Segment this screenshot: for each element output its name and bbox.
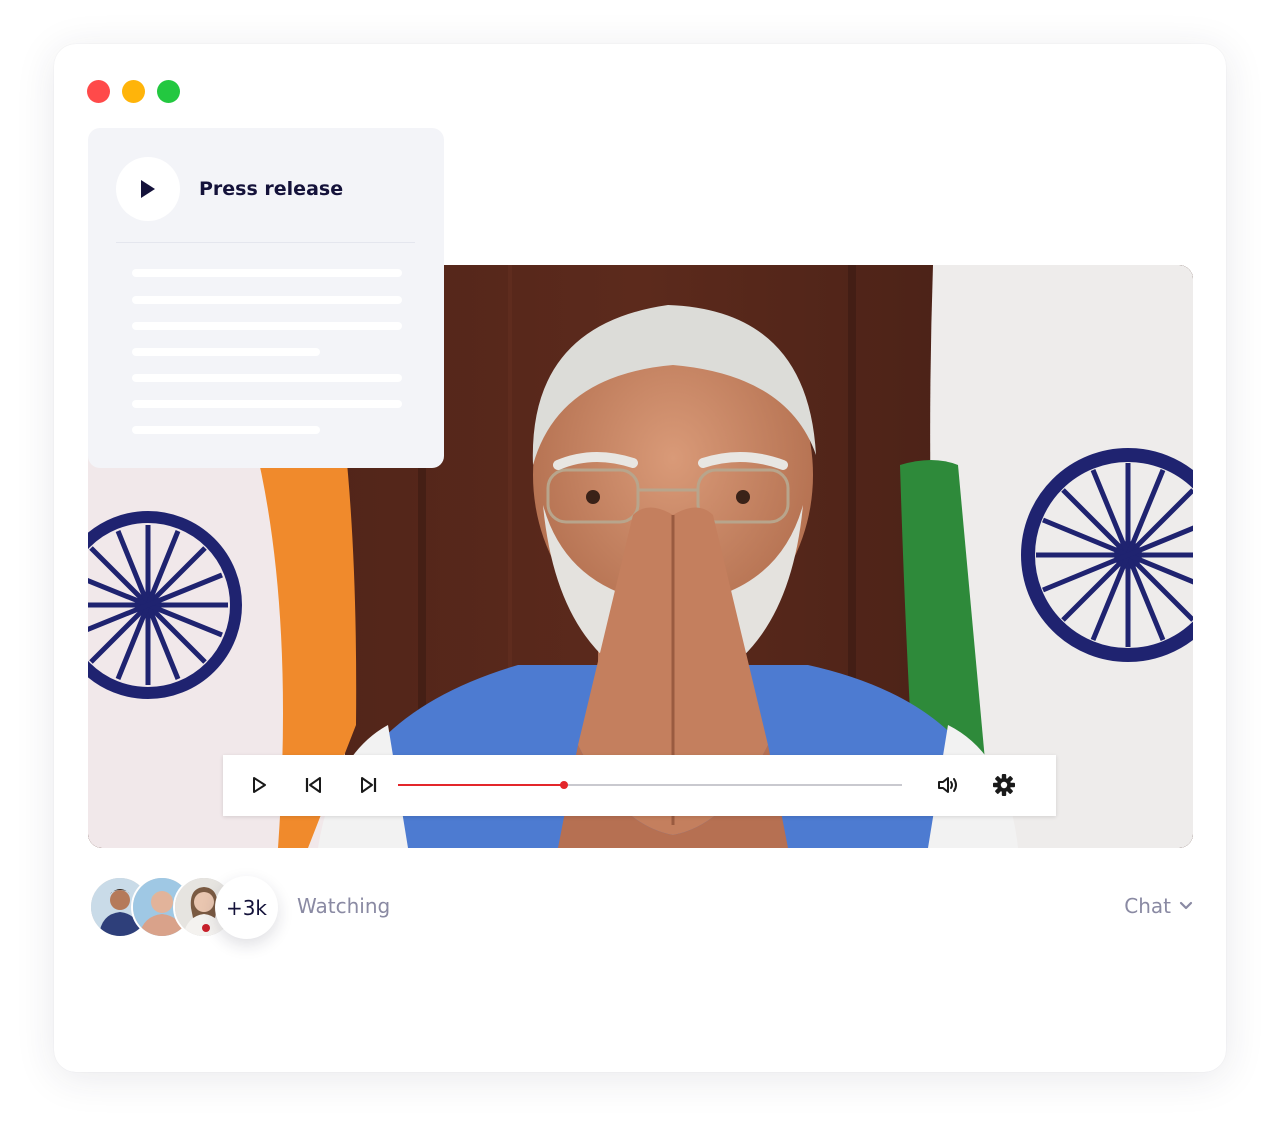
- play-icon: [141, 180, 155, 198]
- chat-label: Chat: [1124, 894, 1171, 918]
- text-placeholder-line: [132, 269, 402, 277]
- chat-dropdown[interactable]: Chat: [1124, 894, 1193, 918]
- progress-handle[interactable]: [560, 781, 569, 789]
- divider: [116, 242, 415, 243]
- text-placeholder-line: [132, 348, 320, 356]
- play-button[interactable]: [248, 774, 270, 796]
- press-release-title: Press release: [199, 178, 344, 200]
- text-placeholder-line: [132, 322, 402, 330]
- chevron-down-icon: [1179, 901, 1193, 910]
- volume-button[interactable]: [937, 774, 959, 796]
- text-placeholder-line: [132, 400, 402, 408]
- play-icon: [253, 777, 266, 793]
- volume-icon: [938, 777, 957, 793]
- viewer-count-badge: +3k: [215, 876, 278, 939]
- skip-forward-button[interactable]: [357, 774, 379, 796]
- viewer-avatars[interactable]: +3k: [89, 876, 289, 939]
- text-placeholder-line: [132, 426, 320, 434]
- skip-back-button[interactable]: [303, 774, 325, 796]
- text-placeholder-line: [132, 296, 402, 304]
- player-controls: [223, 755, 1056, 816]
- window-controls: [87, 80, 180, 103]
- press-release-card[interactable]: Press release: [88, 128, 444, 468]
- skip-forward-icon: [361, 777, 377, 793]
- watching-label: Watching: [297, 894, 391, 918]
- progress-bar[interactable]: [398, 781, 902, 789]
- minimize-window-button[interactable]: [122, 80, 145, 103]
- maximize-window-button[interactable]: [157, 80, 180, 103]
- close-window-button[interactable]: [87, 80, 110, 103]
- progress-fill: [398, 784, 565, 786]
- text-placeholder-line: [132, 374, 402, 382]
- skip-back-icon: [305, 777, 321, 793]
- settings-button[interactable]: [992, 773, 1016, 797]
- gear-icon: [993, 774, 1015, 796]
- press-release-header: Press release: [116, 157, 343, 221]
- press-release-play-button[interactable]: [116, 157, 180, 221]
